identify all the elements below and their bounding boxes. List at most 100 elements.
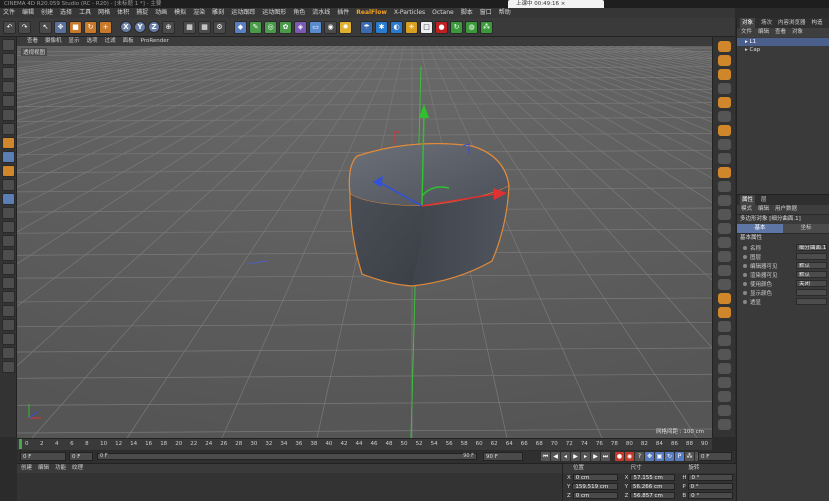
attribute-subtab[interactable]: 坐标 — [783, 224, 829, 233]
solo-icon[interactable] — [1, 179, 15, 191]
loop-cut-icon[interactable] — [1, 263, 15, 275]
z-axis-button[interactable]: Z — [148, 21, 160, 33]
next-key-icon[interactable]: ▶ — [591, 452, 600, 461]
timeline-ruler[interactable]: 0 2 4 6 8 10 12 14 16 18 20 22 24 26 28 30 32 34 36 38 40 42 4… — [17, 438, 712, 450]
menu-item[interactable]: X-Particles — [394, 8, 425, 18]
timeline-playhead[interactable] — [19, 439, 22, 449]
octane-light-icon[interactable] — [717, 69, 731, 80]
film-icon[interactable] — [717, 195, 731, 206]
property-animate-dot[interactable] — [743, 272, 747, 277]
menu-item[interactable]: 捕捉 — [136, 8, 148, 18]
prev-key-icon[interactable]: ◀ — [551, 452, 560, 461]
position-value-field[interactable]: 0 cm — [572, 474, 618, 481]
menu-item[interactable]: 文件 — [3, 8, 15, 18]
grab-icon[interactable] — [717, 237, 731, 248]
subdivided-cube[interactable] — [348, 142, 510, 287]
menu-item[interactable]: 角色 — [293, 8, 305, 18]
orange-sphere-icon[interactable] — [717, 167, 731, 178]
keyframe-selection-icon[interactable]: ? — [635, 452, 644, 461]
bevel-icon[interactable] — [1, 249, 15, 261]
smooth-icon[interactable] — [717, 251, 731, 262]
make-editable-icon[interactable] — [1, 39, 15, 51]
key-param-icon[interactable]: P — [675, 452, 684, 461]
size-value-field[interactable]: 57.155 cm — [630, 474, 676, 481]
brush-icon[interactable] — [1, 319, 15, 331]
viewport-menu-item[interactable]: ProRender — [141, 37, 169, 46]
auto-key-icon[interactable]: ◉ — [625, 452, 634, 461]
viewport-menu-item[interactable]: 查看 — [27, 37, 38, 46]
scale-tool-icon[interactable]: ■ — [69, 20, 82, 34]
property-value[interactable]: 默认 — [796, 262, 827, 269]
link-icon[interactable] — [717, 321, 731, 332]
property-value[interactable] — [796, 289, 827, 296]
rotation-value-field[interactable]: 0 ° — [688, 492, 734, 499]
size-value-field[interactable]: 56.857 cm — [630, 492, 676, 499]
realflow-icon[interactable]: ☂ — [360, 20, 373, 34]
object-manager-tab[interactable]: 内容浏览器 — [778, 18, 806, 28]
noise-icon[interactable] — [717, 377, 731, 388]
deformer-icon[interactable]: ◈ — [294, 20, 307, 34]
object-manager-tab[interactable]: 场次 — [761, 18, 772, 28]
go-to-start-icon[interactable]: ⏮ — [541, 452, 550, 461]
menu-item[interactable]: 渲染 — [193, 8, 205, 18]
render-settings-icon[interactable]: ⚙ — [213, 20, 226, 34]
menu-item[interactable]: 插件 — [337, 8, 349, 18]
next-frame-icon[interactable]: ▸ — [581, 452, 590, 461]
menu-item[interactable]: RealFlow — [356, 8, 387, 18]
record-icon[interactable]: ● — [435, 20, 448, 34]
property-animate-dot[interactable] — [743, 245, 747, 250]
menu-item[interactable]: 运动跟踪 — [231, 8, 255, 18]
help-icon[interactable] — [1, 361, 15, 373]
flag-icon[interactable] — [717, 97, 731, 108]
menu-item[interactable]: Octane — [432, 8, 454, 18]
texture-mode-icon[interactable] — [1, 67, 15, 79]
rotation-value-field[interactable]: 0 ° — [687, 483, 734, 490]
light-icon[interactable]: ✹ — [339, 20, 352, 34]
attribute-manager-menu-item[interactable]: 模式 — [741, 205, 752, 214]
property-value[interactable] — [796, 298, 827, 305]
points-mode-icon[interactable] — [1, 95, 15, 107]
render-picture-icon[interactable]: ▦ — [198, 20, 211, 34]
material-manager-menu-item[interactable]: 纹理 — [72, 464, 83, 473]
snap-icon[interactable] — [1, 151, 15, 163]
undo-icon[interactable]: ↶ — [3, 20, 16, 34]
attribute-subtab[interactable]: 基本 — [737, 224, 783, 233]
octane-live-icon[interactable] — [717, 41, 731, 52]
y-axis-button[interactable]: Y — [134, 21, 146, 33]
browser-tab[interactable]: 上课中 00:49:16 × — [508, 0, 604, 8]
weld-icon[interactable] — [1, 291, 15, 303]
menu-item[interactable]: 运动图形 — [262, 8, 286, 18]
python-icon[interactable] — [1, 347, 15, 359]
xparticles-icon[interactable]: ✱ — [375, 20, 388, 34]
menu-item[interactable]: 创建 — [41, 8, 53, 18]
start-frame-field[interactable]: 0 F — [69, 452, 93, 461]
material-manager-menu-item[interactable]: 功能 — [55, 464, 66, 473]
object-manager-menu-item[interactable]: 对象 — [792, 28, 803, 37]
preview-range-slider[interactable]: 0 F 90 F — [97, 453, 477, 460]
add-tool-icon[interactable]: + — [99, 20, 112, 34]
model-mode-icon[interactable] — [1, 53, 15, 65]
sphere-icon[interactable] — [717, 349, 731, 360]
clusters-icon[interactable]: ⁂ — [480, 20, 493, 34]
go-to-end-icon[interactable]: ⏭ — [601, 452, 610, 461]
move-tool-icon[interactable]: ✥ — [54, 20, 67, 34]
menu-item[interactable]: 模拟 — [174, 8, 186, 18]
property-animate-dot[interactable] — [743, 290, 747, 295]
magnet-icon[interactable] — [1, 305, 15, 317]
sun-icon[interactable]: ☀ — [405, 20, 418, 34]
material-manager-menu-item[interactable]: 创建 — [21, 464, 32, 473]
prev-frame-icon[interactable]: ◂ — [561, 452, 570, 461]
globe-icon[interactable] — [717, 363, 731, 374]
object-manager-tab[interactable]: 构造 — [812, 18, 823, 28]
menu-item[interactable]: 窗口 — [480, 8, 492, 18]
cube-icon[interactable]: ◆ — [234, 20, 247, 34]
knife-icon[interactable] — [1, 193, 15, 205]
pen-spline-icon[interactable]: ✎ — [249, 20, 262, 34]
octane-icon[interactable]: ◐ — [390, 20, 403, 34]
menu-item[interactable]: 选择 — [60, 8, 72, 18]
array-icon[interactable]: ✿ — [279, 20, 292, 34]
menu-item[interactable]: 工具 — [79, 8, 91, 18]
menu-item[interactable]: 雕刻 — [212, 8, 224, 18]
gear-icon[interactable] — [717, 153, 731, 164]
floor-icon[interactable]: ▭ — [309, 20, 322, 34]
